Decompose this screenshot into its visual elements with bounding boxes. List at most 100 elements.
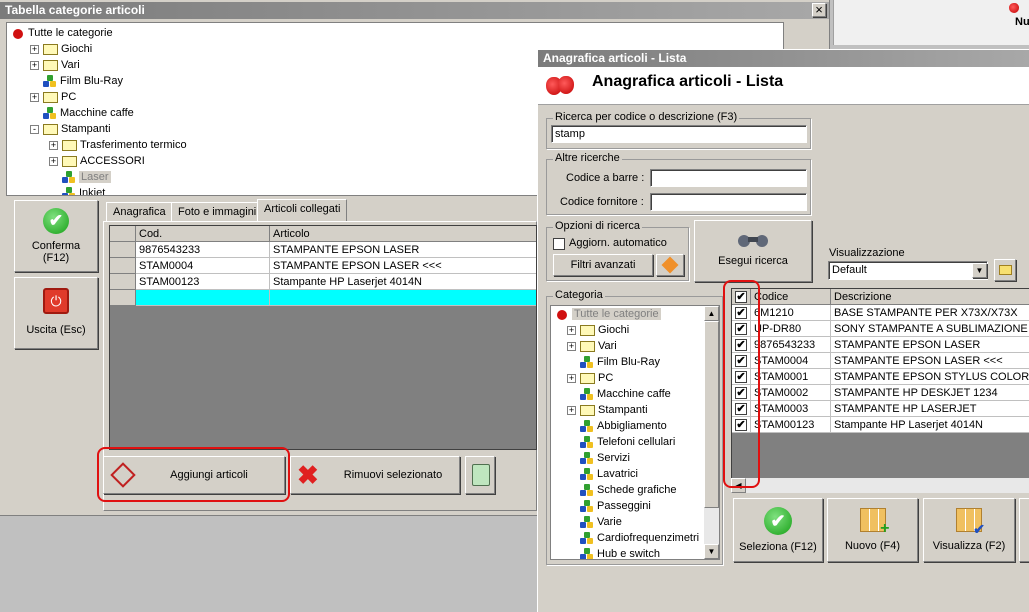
result-description-cell[interactable]: BASE STAMPANTE PER X73X/X73X — [831, 305, 1029, 321]
row-indicator[interactable] — [110, 290, 136, 306]
expand-icon[interactable]: + — [567, 325, 576, 335]
category-scrollbar[interactable]: ▲ ▼ — [704, 306, 719, 559]
new-button[interactable]: + Nuovo (F4) — [827, 498, 918, 562]
tree-item[interactable]: + Giochi — [567, 322, 629, 338]
expand-icon[interactable]: + — [30, 92, 39, 102]
filter-settings-button[interactable] — [656, 254, 684, 276]
tree-item[interactable]: + PC — [30, 89, 76, 105]
results-grid-header-description[interactable]: Descrizione — [831, 289, 1029, 305]
result-code-cell[interactable]: STAM0003 — [751, 401, 831, 417]
tree-item[interactable]: + PC — [567, 370, 613, 386]
tree-item[interactable]: Lavatrici — [567, 466, 638, 482]
tree-item[interactable]: Cardiofrequenzimetri — [567, 530, 699, 546]
tree-item[interactable]: Macchine caffe — [30, 105, 134, 121]
result-code-cell[interactable]: STAM00123 — [751, 417, 831, 433]
linked-grid-header-code[interactable]: Cod. — [136, 226, 270, 242]
exit-button[interactable]: ⏻ Uscita (Esc) — [14, 277, 98, 349]
view-select[interactable]: Default — [828, 261, 988, 280]
result-code-cell[interactable]: UP-DR80 — [751, 321, 831, 337]
tree-item[interactable]: + Giochi — [30, 41, 92, 57]
tree-item[interactable]: Abbigliamento — [567, 418, 667, 434]
tree-item[interactable]: + Stampanti — [567, 402, 648, 418]
linked-code-cell[interactable]: STAM0004 — [136, 258, 270, 274]
supplier-code-input[interactable] — [650, 193, 807, 211]
expand-icon[interactable]: + — [567, 373, 576, 383]
barcode-input[interactable] — [650, 169, 807, 187]
result-code-cell[interactable]: STAM0004 — [751, 353, 831, 369]
run-search-button[interactable]: Esegui ricerca — [694, 220, 812, 282]
linked-code-cell[interactable]: 9876543233 — [136, 242, 270, 258]
linked-article-cell[interactable]: STAMPANTE EPSON LASER — [270, 242, 536, 258]
tab-articoli-collegati[interactable]: Articoli collegati — [257, 199, 348, 222]
expand-icon[interactable]: + — [30, 44, 39, 54]
tree-item[interactable]: - Stampanti — [30, 121, 111, 137]
result-description-cell[interactable]: Stampante HP Laserjet 4014N — [831, 417, 1029, 433]
expand-icon[interactable]: + — [567, 341, 576, 351]
scroll-up-button[interactable]: ▲ — [704, 306, 719, 321]
tree-item[interactable]: Schede grafiche — [567, 482, 677, 498]
linked-code-cell[interactable]: STAM00123 — [136, 274, 270, 290]
results-grid[interactable]: ✔ Codice Descrizione ✔ 6M1210 BASE STAMPAN… — [731, 288, 1029, 493]
tree-item[interactable]: Laser — [49, 169, 111, 185]
auto-update-checkbox[interactable] — [553, 238, 565, 250]
result-description-cell[interactable]: STAMPANTE HP DESKJET 1234 — [831, 385, 1029, 401]
expand-icon[interactable]: + — [49, 140, 58, 150]
category-list[interactable]: Tutte le categorie + Giochi + Vari Film Blu-R… — [550, 305, 720, 560]
result-description-cell[interactable]: STAMPANTE EPSON LASER — [831, 337, 1029, 353]
partial-button[interactable] — [1019, 498, 1029, 562]
linked-article-cell[interactable]: Stampante HP Laserjet 4014N — [270, 274, 536, 290]
result-description-cell[interactable]: STAMPANTE EPSON LASER <<< — [831, 353, 1029, 369]
results-grid-header-code[interactable]: Codice — [751, 289, 831, 305]
scroll-thumb[interactable] — [704, 321, 719, 508]
recycle-bin-button[interactable] — [465, 456, 495, 494]
tree-item[interactable]: + Vari — [567, 338, 617, 354]
row-indicator[interactable] — [110, 274, 136, 290]
tree-item[interactable]: Varie — [567, 514, 622, 530]
tab-anagrafica[interactable]: Anagrafica — [106, 202, 173, 222]
scroll-down-button[interactable]: ▼ — [704, 544, 719, 559]
tree-item[interactable]: Inkjet — [49, 185, 105, 195]
linked-grid-header-article[interactable]: Articolo — [270, 226, 536, 242]
result-code-cell[interactable]: STAM0001 — [751, 369, 831, 385]
close-button[interactable]: × — [812, 3, 826, 17]
articles-window-titlebar[interactable]: Anagrafica articoli - Lista — [538, 50, 1029, 67]
expand-icon[interactable]: - — [30, 124, 39, 134]
tree-item[interactable]: + Vari — [30, 57, 80, 73]
tree-item[interactable]: + ACCESSORI — [49, 153, 145, 169]
expand-icon[interactable]: + — [30, 60, 39, 70]
tree-item[interactable]: Passeggini — [567, 498, 651, 514]
categories-window-titlebar[interactable]: Tabella categorie articoli — [0, 2, 829, 19]
view-record-button[interactable]: ✔ Visualizza (F2) — [923, 498, 1015, 562]
result-code-cell[interactable]: 9876543233 — [751, 337, 831, 353]
expand-icon[interactable]: + — [567, 405, 576, 415]
row-indicator[interactable] — [110, 258, 136, 274]
linked-article-cell[interactable]: STAMPANTE EPSON LASER <<< — [270, 258, 536, 274]
result-description-cell[interactable]: STAMPANTE EPSON STYLUS COLOR C... — [831, 369, 1029, 385]
tree-item[interactable]: Tutte le categorie — [11, 25, 113, 41]
row-indicator[interactable] — [110, 242, 136, 258]
tab-foto-immagini[interactable]: Foto e immagini — [171, 202, 264, 222]
result-description-cell[interactable]: SONY STAMPANTE A SUBLIMAZIONE A4 — [831, 321, 1029, 337]
remove-selected-button[interactable]: ✖ Rimuovi selezionato — [290, 456, 460, 494]
linked-code-cell[interactable] — [136, 290, 270, 306]
view-folder-button[interactable] — [994, 259, 1016, 281]
tree-item[interactable]: Film Blu-Ray — [30, 73, 123, 89]
tree-item[interactable]: Macchine caffe — [567, 386, 671, 402]
search-input[interactable]: stamp — [551, 125, 807, 143]
tree-item[interactable]: Telefoni cellulari — [567, 434, 675, 450]
result-code-cell[interactable]: STAM0002 — [751, 385, 831, 401]
view-select-dropdown-button[interactable]: ▼ — [972, 263, 987, 278]
tree-item[interactable]: + Trasferimento termico — [49, 137, 187, 153]
advanced-filters-button[interactable]: Filtri avanzati — [553, 254, 653, 276]
result-code-cell[interactable]: 6M1210 — [751, 305, 831, 321]
tree-item[interactable]: Tutte le categorie — [555, 306, 661, 322]
linked-article-cell[interactable] — [270, 290, 536, 306]
results-hscrollbar[interactable]: ◀ — [731, 478, 1029, 493]
tree-item[interactable]: Hub e switch — [567, 546, 660, 559]
expand-icon[interactable]: + — [49, 156, 58, 166]
tree-item[interactable]: Film Blu-Ray — [567, 354, 660, 370]
confirm-button[interactable]: ✔ Conferma (F12) — [14, 200, 98, 272]
tree-item[interactable]: Servizi — [567, 450, 630, 466]
select-button[interactable]: ✔ Seleziona (F12) — [733, 498, 823, 562]
result-description-cell[interactable]: STAMPANTE HP LASERJET — [831, 401, 1029, 417]
